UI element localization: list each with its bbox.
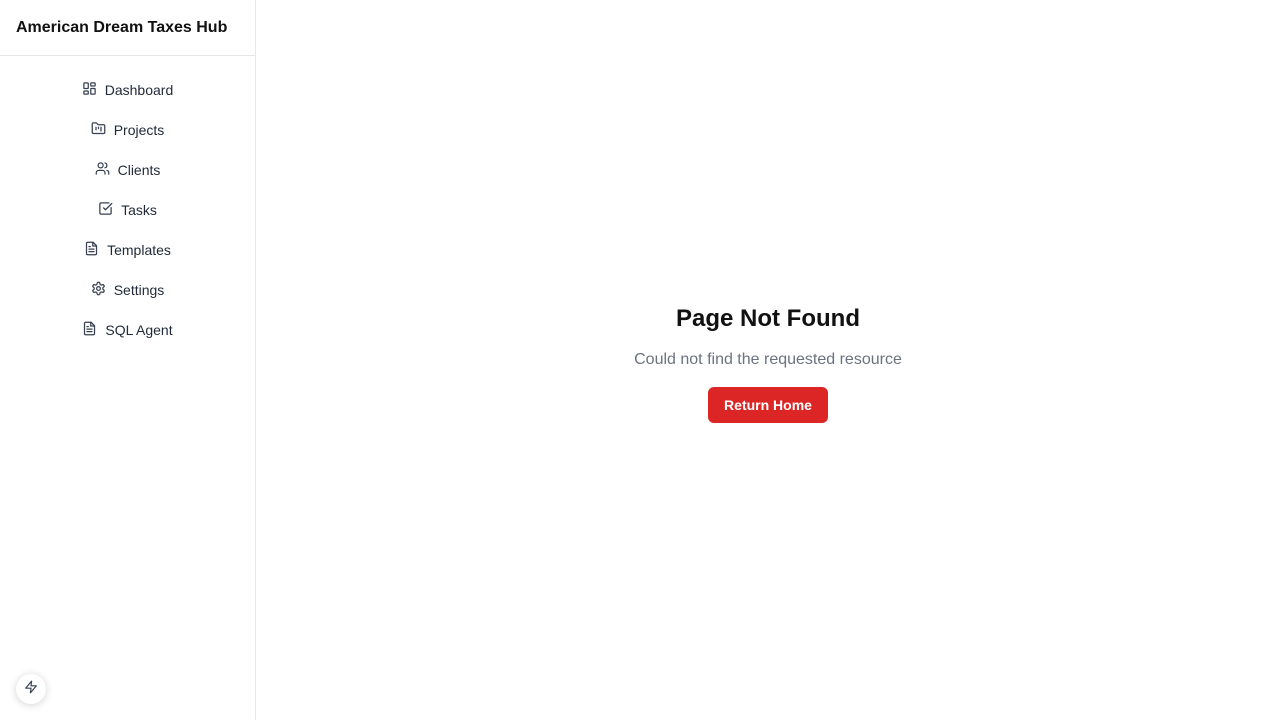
- sidebar-item-sql-agent[interactable]: SQL Agent: [0, 310, 255, 350]
- file-text-icon: [84, 241, 99, 259]
- lightning-icon: [24, 680, 38, 699]
- error-description: Could not find the requested resource: [634, 350, 902, 368]
- file-text-icon: [82, 321, 97, 339]
- gear-icon: [91, 281, 106, 299]
- sidebar-item-settings[interactable]: Settings: [0, 270, 255, 310]
- users-icon: [95, 161, 110, 179]
- app-title: American Dream Taxes Hub: [0, 0, 255, 56]
- sidebar-item-label: Templates: [107, 242, 171, 258]
- sidebar: American Dream Taxes Hub Dashboard Proje…: [0, 0, 256, 720]
- sidebar-item-label: Dashboard: [104, 82, 174, 98]
- quick-action-button[interactable]: [16, 674, 46, 704]
- sidebar-item-label: Tasks: [121, 202, 157, 218]
- main-content: Page Not Found Could not find the reques…: [256, 0, 1280, 720]
- sidebar-item-projects[interactable]: Projects: [0, 110, 255, 150]
- sidebar-item-templates[interactable]: Templates: [0, 230, 255, 270]
- sidebar-item-label: SQL Agent: [105, 322, 173, 338]
- sidebar-item-dashboard[interactable]: Dashboard: [0, 70, 255, 110]
- folder-kanban-icon: [91, 121, 106, 139]
- sidebar-item-label: Projects: [113, 122, 165, 138]
- sidebar-item-clients[interactable]: Clients: [0, 150, 255, 190]
- sidebar-item-label: Settings: [113, 282, 165, 298]
- check-square-icon: [98, 201, 113, 219]
- sidebar-item-label: Clients: [117, 162, 161, 178]
- dashboard-icon: [82, 81, 97, 99]
- page-title: Page Not Found: [676, 304, 860, 332]
- sidebar-item-tasks[interactable]: Tasks: [0, 190, 255, 230]
- app-shell: American Dream Taxes Hub Dashboard Proje…: [0, 0, 1280, 720]
- return-home-button[interactable]: Return Home: [708, 386, 828, 423]
- sidebar-nav: Dashboard Projects Clients Tasks Templat…: [0, 56, 255, 350]
